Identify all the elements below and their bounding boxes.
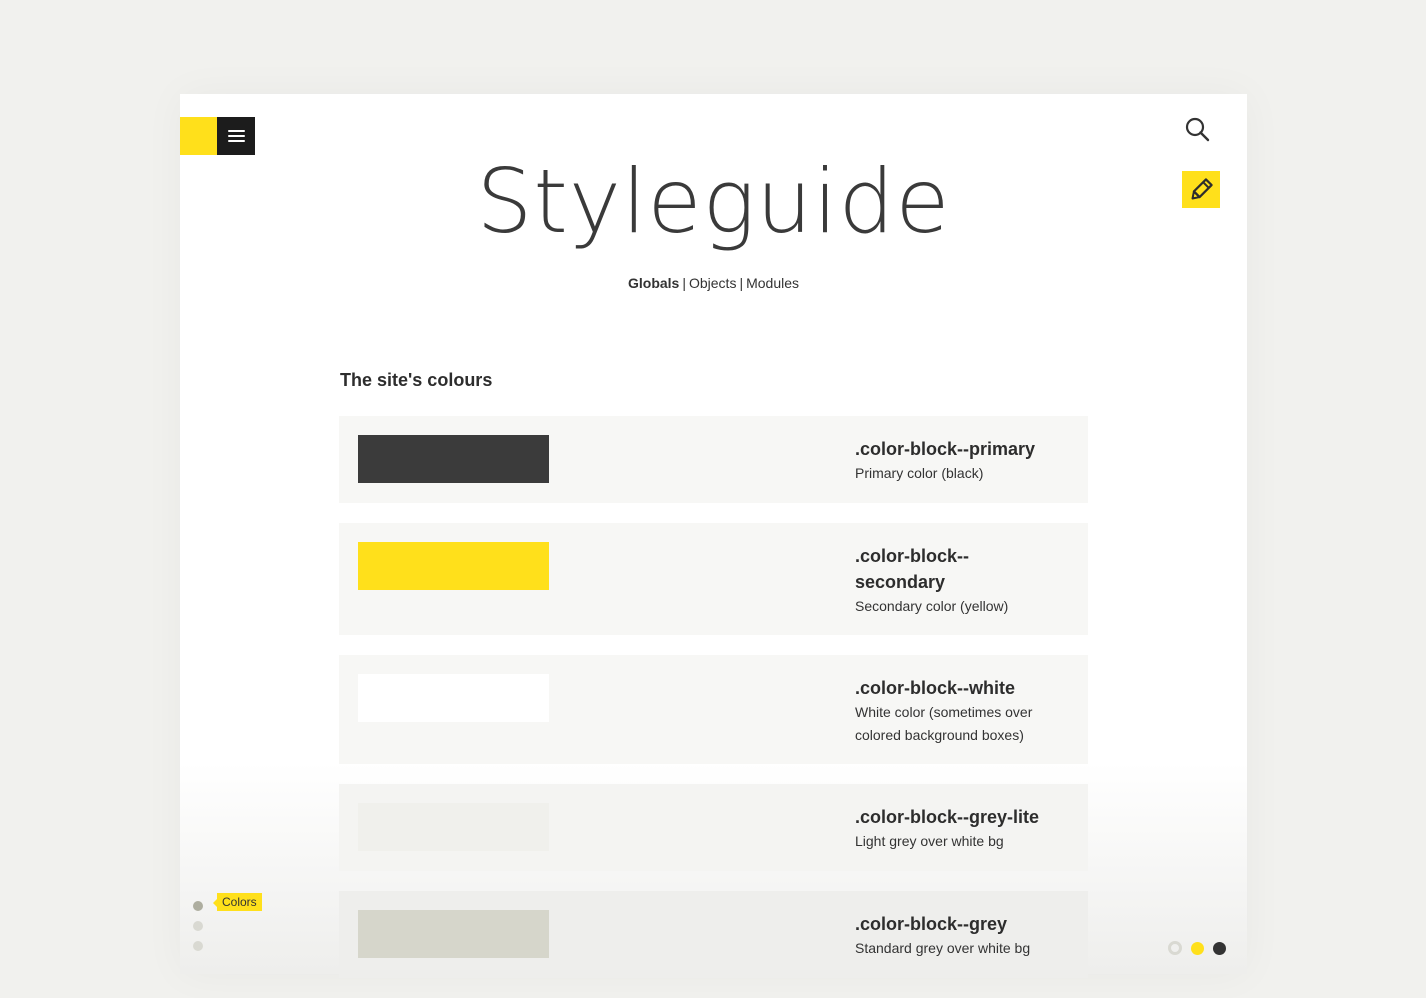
page-title: Styleguide bbox=[476, 150, 951, 253]
hamburger-icon bbox=[227, 130, 245, 142]
scroll-dot[interactable] bbox=[193, 941, 203, 951]
swatch-description: Secondary color (yellow) bbox=[855, 598, 1009, 614]
subnav-separator: | bbox=[682, 275, 686, 291]
scroll-dot[interactable] bbox=[193, 921, 203, 931]
scroll-tooltip: Colors bbox=[213, 893, 262, 911]
color-swatch bbox=[358, 674, 549, 722]
swatch-description: White color (sometimes over colored back… bbox=[855, 704, 1033, 743]
swatch-name: .color-block--grey-lite bbox=[855, 807, 1040, 827]
section-title: The site's colours bbox=[340, 370, 493, 390]
subnav-separator: | bbox=[739, 275, 744, 291]
swatch-row-primary: .color-block--primary Primary color (bla… bbox=[339, 416, 1088, 503]
theme-switcher bbox=[1168, 941, 1226, 955]
subnav-modules[interactable]: Modules bbox=[746, 275, 799, 291]
swatch-name: .color-block--grey bbox=[855, 914, 1008, 934]
search-icon bbox=[1185, 117, 1210, 142]
swatch-name: .color-block--secondary bbox=[855, 546, 970, 592]
theme-grey-button[interactable] bbox=[1168, 941, 1182, 955]
swatch-row-white: .color-block--white White color (sometim… bbox=[339, 655, 1088, 764]
subnav-objects[interactable]: Objects bbox=[689, 275, 736, 291]
theme-yellow-button[interactable] bbox=[1191, 942, 1204, 955]
swatch-description: Primary color (black) bbox=[855, 465, 984, 481]
swatch-description: Standard grey over white bg bbox=[855, 940, 1031, 956]
color-swatch bbox=[358, 435, 549, 483]
swatch-name: .color-block--primary bbox=[855, 439, 1036, 459]
scroll-dot-colors[interactable] bbox=[193, 901, 203, 911]
theme-black-button[interactable] bbox=[1213, 942, 1226, 955]
swatch-name: .color-block--white bbox=[855, 678, 1016, 698]
styleguide-page: Styleguide Globals | Objects | Modules The s… bbox=[180, 94, 1247, 978]
swatch-description: Light grey over white bg bbox=[855, 833, 1004, 849]
color-swatch bbox=[358, 542, 549, 590]
color-swatch-list: .color-block--primary Primary color (bla… bbox=[339, 416, 1088, 998]
swatch-row-grey: .color-block--grey Standard grey over wh… bbox=[339, 891, 1088, 978]
color-swatch bbox=[358, 803, 549, 851]
swatch-row-secondary: .color-block--secondary Secondary color … bbox=[339, 523, 1088, 635]
subnav-globals[interactable]: Globals bbox=[628, 275, 679, 291]
search-button[interactable] bbox=[1182, 114, 1214, 146]
color-swatch bbox=[358, 910, 549, 958]
subnav: Globals | Objects | Modules bbox=[180, 275, 1247, 291]
swatch-row-grey-lite: .color-block--grey-lite Light grey over … bbox=[339, 784, 1088, 871]
